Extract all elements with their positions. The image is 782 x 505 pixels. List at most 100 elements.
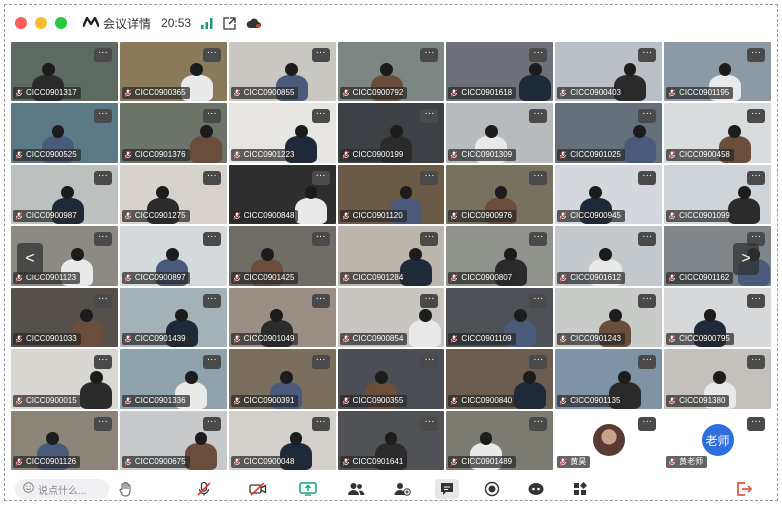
next-page-button[interactable]: > xyxy=(733,243,759,275)
more-options-button[interactable]: ··· xyxy=(638,293,657,308)
more-options-button[interactable]: ··· xyxy=(529,109,548,124)
participant-tile[interactable]: ··· CICC0901025 xyxy=(555,103,663,163)
participant-tile[interactable]: ··· CICC0901243 xyxy=(555,287,663,348)
more-options-button[interactable]: ··· xyxy=(311,232,330,247)
participant-tile[interactable]: ··· CICC0901135 xyxy=(555,349,663,409)
more-options-button[interactable]: ··· xyxy=(202,355,221,370)
participant-tile[interactable]: ··· CICC0901033 xyxy=(11,287,118,348)
participant-tile[interactable]: ··· CICC0901049 xyxy=(228,287,336,348)
participant-tile[interactable]: ··· CICC0900015 xyxy=(11,349,118,409)
more-options-button[interactable]: ··· xyxy=(311,416,330,431)
leave-meeting-button[interactable] xyxy=(733,479,755,499)
more-options-button[interactable]: ··· xyxy=(311,170,330,185)
more-options-button[interactable]: ··· xyxy=(93,109,112,124)
participant-tile[interactable]: ··· CICC0901099 xyxy=(664,164,771,225)
more-options-button[interactable]: ··· xyxy=(420,416,439,431)
participant-tile[interactable]: ··· CICC0901195 xyxy=(664,42,771,102)
more-options-button[interactable]: ··· xyxy=(638,416,657,431)
record-icon[interactable] xyxy=(481,479,503,499)
participant-tile[interactable]: ··· CICC0900855 xyxy=(228,42,336,102)
more-options-button[interactable]: ··· xyxy=(420,109,439,124)
more-options-button[interactable]: ··· xyxy=(202,293,221,308)
participant-tile[interactable]: ··· CICC0900675 xyxy=(119,410,227,470)
chat-icon[interactable] xyxy=(435,479,459,499)
participant-tile[interactable]: ··· CICC0901120 xyxy=(337,164,445,225)
more-options-button[interactable]: ··· xyxy=(311,293,330,308)
participant-tile[interactable]: ··· CICC0900807 xyxy=(446,226,554,286)
participant-tile[interactable]: ··· CICC0901309 xyxy=(446,103,554,163)
more-options-button[interactable]: ··· xyxy=(529,355,548,370)
more-options-button[interactable]: ··· xyxy=(202,109,221,124)
more-options-button[interactable]: ··· xyxy=(638,170,657,185)
participant-tile[interactable]: ··· CICC0901223 xyxy=(228,103,336,163)
more-options-button[interactable]: ··· xyxy=(746,293,765,308)
participant-tile[interactable]: ··· CICC0900365 xyxy=(119,42,227,102)
close-window-button[interactable] xyxy=(15,17,27,29)
more-options-button[interactable]: ··· xyxy=(746,48,765,62)
maximize-window-button[interactable] xyxy=(55,17,67,29)
more-options-button[interactable]: ··· xyxy=(202,232,221,247)
more-options-button[interactable]: ··· xyxy=(529,48,548,62)
more-options-button[interactable]: ··· xyxy=(420,232,439,247)
apps-icon[interactable] xyxy=(569,479,591,499)
participant-tile[interactable]: ··· CICC0900848 xyxy=(228,164,336,225)
more-options-button[interactable]: ··· xyxy=(529,293,548,308)
more-options-button[interactable]: ··· xyxy=(529,232,548,247)
invite-icon[interactable] xyxy=(391,479,413,499)
more-options-button[interactable]: ··· xyxy=(93,355,112,370)
participant-tile[interactable]: ··· CICC0900792 xyxy=(337,42,445,102)
prev-page-button[interactable]: < xyxy=(17,243,43,275)
more-options-button[interactable]: ··· xyxy=(93,293,112,308)
mic-muted-icon[interactable] xyxy=(193,479,215,499)
participant-tile[interactable]: ··· CICC0900355 xyxy=(337,349,445,409)
more-options-button[interactable]: ··· xyxy=(93,232,112,247)
more-options-button[interactable]: ··· xyxy=(311,109,330,124)
more-options-button[interactable]: ··· xyxy=(311,48,330,62)
screen-share-icon[interactable] xyxy=(297,479,319,499)
more-options-button[interactable]: ··· xyxy=(420,170,439,185)
participants-icon[interactable] xyxy=(345,479,367,499)
more-options-button[interactable]: ··· xyxy=(93,48,112,62)
camera-off-icon[interactable] xyxy=(247,479,269,499)
more-options-button[interactable]: ··· xyxy=(638,355,657,370)
more-options-button[interactable]: ··· xyxy=(638,109,657,124)
more-options-button[interactable]: ··· xyxy=(420,293,439,308)
participant-tile[interactable]: ··· CICC0900795 xyxy=(664,287,771,348)
more-options-button[interactable]: ··· xyxy=(529,170,548,185)
participant-tile[interactable]: 老师 ··· 黄老师 xyxy=(664,410,771,470)
participant-tile[interactable]: ··· CICC0901126 xyxy=(11,410,118,470)
participant-tile[interactable]: ··· CICC0901489 xyxy=(446,410,554,470)
more-options-button[interactable]: ··· xyxy=(93,416,112,431)
emoji-icon[interactable] xyxy=(23,482,34,496)
participant-tile[interactable]: ··· CICC0900048 xyxy=(228,410,336,470)
participant-tile[interactable]: ··· CICC0900945 xyxy=(555,164,663,225)
hand-raise-icon[interactable] xyxy=(115,479,137,499)
participant-tile[interactable]: ··· CICC0901376 xyxy=(119,103,227,163)
participant-tile[interactable]: ··· CICC0900854 xyxy=(337,287,445,348)
participant-tile[interactable]: ··· CICC0901275 xyxy=(119,164,227,225)
more-options-button[interactable]: ··· xyxy=(529,416,548,431)
chat-input[interactable]: 说点什么... xyxy=(15,479,109,499)
participant-tile[interactable]: ··· CICC0900403 xyxy=(555,42,663,102)
participant-tile[interactable]: ··· CICC0900391 xyxy=(228,349,336,409)
participant-tile[interactable]: ··· CICC0900897 xyxy=(119,226,227,286)
more-options-button[interactable]: ··· xyxy=(311,355,330,370)
participant-tile[interactable]: ··· CICC0900199 xyxy=(337,103,445,163)
more-options-button[interactable]: ··· xyxy=(420,48,439,62)
participant-tile[interactable]: ··· CICC0901641 xyxy=(337,410,445,470)
minimize-window-button[interactable] xyxy=(35,17,47,29)
signal-bars-icon[interactable] xyxy=(201,17,213,29)
more-options-button[interactable]: ··· xyxy=(638,232,657,247)
participant-tile[interactable]: ··· CICC0900976 xyxy=(446,164,554,225)
more-options-button[interactable]: ··· xyxy=(202,416,221,431)
participant-tile[interactable]: ··· CICC0900987 xyxy=(11,164,118,225)
participant-tile[interactable]: ··· CICC0900525 xyxy=(11,103,118,163)
participant-tile[interactable]: ··· CICC0901336 xyxy=(119,349,227,409)
more-options-button[interactable]: ··· xyxy=(746,109,765,124)
more-options-button[interactable]: ··· xyxy=(93,170,112,185)
participant-tile[interactable]: ··· CICC0900458 xyxy=(664,103,771,163)
ai-assistant-icon[interactable] xyxy=(525,479,547,499)
participant-tile[interactable]: ··· CICC0901618 xyxy=(446,42,554,102)
participant-tile[interactable]: ··· CICC0901284 xyxy=(337,226,445,286)
more-options-button[interactable]: ··· xyxy=(420,355,439,370)
